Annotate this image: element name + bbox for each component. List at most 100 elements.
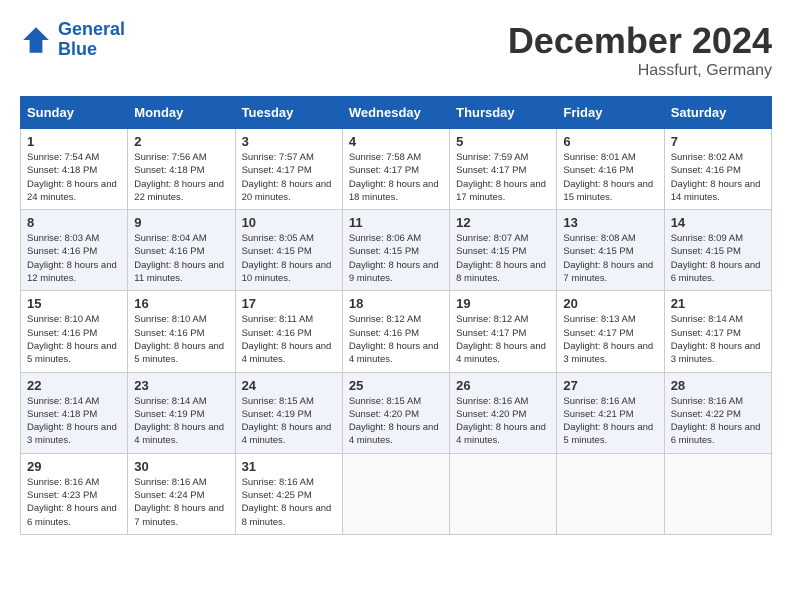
- calendar-day-cell: 27 Sunrise: 8:16 AM Sunset: 4:21 PM Dayl…: [557, 372, 664, 453]
- day-info: Sunrise: 8:14 AM Sunset: 4:19 PM Dayligh…: [134, 395, 228, 448]
- calendar-day-cell: 24 Sunrise: 8:15 AM Sunset: 4:19 PM Dayl…: [235, 372, 342, 453]
- day-info: Sunrise: 8:15 AM Sunset: 4:19 PM Dayligh…: [242, 395, 336, 448]
- day-number: 21: [671, 296, 765, 311]
- day-of-week-header: Tuesday: [235, 97, 342, 129]
- day-info: Sunrise: 8:16 AM Sunset: 4:25 PM Dayligh…: [242, 476, 336, 529]
- calendar-day-cell: 1 Sunrise: 7:54 AM Sunset: 4:18 PM Dayli…: [21, 129, 128, 210]
- calendar-day-cell: 20 Sunrise: 8:13 AM Sunset: 4:17 PM Dayl…: [557, 291, 664, 372]
- logo: General Blue: [20, 20, 125, 60]
- day-number: 25: [349, 378, 443, 393]
- day-number: 31: [242, 459, 336, 474]
- calendar-day-cell: 14 Sunrise: 8:09 AM Sunset: 4:15 PM Dayl…: [664, 210, 771, 291]
- day-number: 20: [563, 296, 657, 311]
- day-info: Sunrise: 8:02 AM Sunset: 4:16 PM Dayligh…: [671, 151, 765, 204]
- calendar-day-cell: [664, 453, 771, 534]
- calendar-day-cell: [557, 453, 664, 534]
- day-info: Sunrise: 8:14 AM Sunset: 4:17 PM Dayligh…: [671, 313, 765, 366]
- day-info: Sunrise: 7:58 AM Sunset: 4:17 PM Dayligh…: [349, 151, 443, 204]
- calendar-day-cell: 11 Sunrise: 8:06 AM Sunset: 4:15 PM Dayl…: [342, 210, 449, 291]
- month-title: December 2024: [508, 20, 772, 62]
- day-number: 7: [671, 134, 765, 149]
- page-header: General Blue December 2024 Hassfurt, Ger…: [20, 20, 772, 80]
- day-info: Sunrise: 8:11 AM Sunset: 4:16 PM Dayligh…: [242, 313, 336, 366]
- calendar-week-row: 8 Sunrise: 8:03 AM Sunset: 4:16 PM Dayli…: [21, 210, 772, 291]
- day-number: 24: [242, 378, 336, 393]
- calendar-day-cell: 9 Sunrise: 8:04 AM Sunset: 4:16 PM Dayli…: [128, 210, 235, 291]
- calendar-day-cell: 28 Sunrise: 8:16 AM Sunset: 4:22 PM Dayl…: [664, 372, 771, 453]
- day-info: Sunrise: 8:09 AM Sunset: 4:15 PM Dayligh…: [671, 232, 765, 285]
- calendar-day-cell: 31 Sunrise: 8:16 AM Sunset: 4:25 PM Dayl…: [235, 453, 342, 534]
- day-info: Sunrise: 7:54 AM Sunset: 4:18 PM Dayligh…: [27, 151, 121, 204]
- day-info: Sunrise: 8:12 AM Sunset: 4:16 PM Dayligh…: [349, 313, 443, 366]
- day-number: 18: [349, 296, 443, 311]
- calendar-day-cell: 3 Sunrise: 7:57 AM Sunset: 4:17 PM Dayli…: [235, 129, 342, 210]
- day-of-week-header: Thursday: [450, 97, 557, 129]
- day-number: 13: [563, 215, 657, 230]
- calendar-day-cell: 2 Sunrise: 7:56 AM Sunset: 4:18 PM Dayli…: [128, 129, 235, 210]
- calendar-day-cell: 4 Sunrise: 7:58 AM Sunset: 4:17 PM Dayli…: [342, 129, 449, 210]
- day-info: Sunrise: 8:16 AM Sunset: 4:24 PM Dayligh…: [134, 476, 228, 529]
- calendar-day-cell: 19 Sunrise: 8:12 AM Sunset: 4:17 PM Dayl…: [450, 291, 557, 372]
- day-info: Sunrise: 8:04 AM Sunset: 4:16 PM Dayligh…: [134, 232, 228, 285]
- day-number: 8: [27, 215, 121, 230]
- location-title: Hassfurt, Germany: [508, 62, 772, 80]
- calendar-day-cell: 23 Sunrise: 8:14 AM Sunset: 4:19 PM Dayl…: [128, 372, 235, 453]
- logo-text: General Blue: [58, 20, 125, 60]
- calendar-day-cell: 10 Sunrise: 8:05 AM Sunset: 4:15 PM Dayl…: [235, 210, 342, 291]
- calendar-day-cell: 12 Sunrise: 8:07 AM Sunset: 4:15 PM Dayl…: [450, 210, 557, 291]
- day-info: Sunrise: 8:06 AM Sunset: 4:15 PM Dayligh…: [349, 232, 443, 285]
- day-info: Sunrise: 8:08 AM Sunset: 4:15 PM Dayligh…: [563, 232, 657, 285]
- day-number: 9: [134, 215, 228, 230]
- calendar-day-cell: [342, 453, 449, 534]
- day-number: 27: [563, 378, 657, 393]
- calendar-day-cell: 26 Sunrise: 8:16 AM Sunset: 4:20 PM Dayl…: [450, 372, 557, 453]
- day-number: 28: [671, 378, 765, 393]
- calendar-day-cell: 29 Sunrise: 8:16 AM Sunset: 4:23 PM Dayl…: [21, 453, 128, 534]
- day-info: Sunrise: 8:15 AM Sunset: 4:20 PM Dayligh…: [349, 395, 443, 448]
- day-number: 16: [134, 296, 228, 311]
- day-info: Sunrise: 8:01 AM Sunset: 4:16 PM Dayligh…: [563, 151, 657, 204]
- day-of-week-header: Saturday: [664, 97, 771, 129]
- calendar-day-cell: 15 Sunrise: 8:10 AM Sunset: 4:16 PM Dayl…: [21, 291, 128, 372]
- day-number: 14: [671, 215, 765, 230]
- calendar-day-cell: 8 Sunrise: 8:03 AM Sunset: 4:16 PM Dayli…: [21, 210, 128, 291]
- day-number: 5: [456, 134, 550, 149]
- day-info: Sunrise: 7:59 AM Sunset: 4:17 PM Dayligh…: [456, 151, 550, 204]
- calendar-day-cell: 18 Sunrise: 8:12 AM Sunset: 4:16 PM Dayl…: [342, 291, 449, 372]
- day-info: Sunrise: 8:16 AM Sunset: 4:21 PM Dayligh…: [563, 395, 657, 448]
- calendar-day-cell: 25 Sunrise: 8:15 AM Sunset: 4:20 PM Dayl…: [342, 372, 449, 453]
- day-number: 15: [27, 296, 121, 311]
- day-info: Sunrise: 7:57 AM Sunset: 4:17 PM Dayligh…: [242, 151, 336, 204]
- calendar-week-row: 1 Sunrise: 7:54 AM Sunset: 4:18 PM Dayli…: [21, 129, 772, 210]
- calendar-header-row: SundayMondayTuesdayWednesdayThursdayFrid…: [21, 97, 772, 129]
- day-number: 30: [134, 459, 228, 474]
- calendar-day-cell: [450, 453, 557, 534]
- title-block: December 2024 Hassfurt, Germany: [508, 20, 772, 80]
- day-info: Sunrise: 8:16 AM Sunset: 4:23 PM Dayligh…: [27, 476, 121, 529]
- day-number: 6: [563, 134, 657, 149]
- day-number: 11: [349, 215, 443, 230]
- day-number: 3: [242, 134, 336, 149]
- logo-icon: [20, 24, 52, 56]
- day-of-week-header: Sunday: [21, 97, 128, 129]
- day-number: 12: [456, 215, 550, 230]
- calendar-day-cell: 22 Sunrise: 8:14 AM Sunset: 4:18 PM Dayl…: [21, 372, 128, 453]
- day-info: Sunrise: 8:16 AM Sunset: 4:22 PM Dayligh…: [671, 395, 765, 448]
- day-info: Sunrise: 8:14 AM Sunset: 4:18 PM Dayligh…: [27, 395, 121, 448]
- day-info: Sunrise: 7:56 AM Sunset: 4:18 PM Dayligh…: [134, 151, 228, 204]
- day-number: 22: [27, 378, 121, 393]
- day-info: Sunrise: 8:10 AM Sunset: 4:16 PM Dayligh…: [27, 313, 121, 366]
- day-number: 19: [456, 296, 550, 311]
- day-number: 17: [242, 296, 336, 311]
- day-info: Sunrise: 8:10 AM Sunset: 4:16 PM Dayligh…: [134, 313, 228, 366]
- calendar-day-cell: 16 Sunrise: 8:10 AM Sunset: 4:16 PM Dayl…: [128, 291, 235, 372]
- day-number: 26: [456, 378, 550, 393]
- calendar-day-cell: 5 Sunrise: 7:59 AM Sunset: 4:17 PM Dayli…: [450, 129, 557, 210]
- calendar-week-row: 22 Sunrise: 8:14 AM Sunset: 4:18 PM Dayl…: [21, 372, 772, 453]
- day-number: 29: [27, 459, 121, 474]
- calendar-table: SundayMondayTuesdayWednesdayThursdayFrid…: [20, 96, 772, 535]
- calendar-week-row: 29 Sunrise: 8:16 AM Sunset: 4:23 PM Dayl…: [21, 453, 772, 534]
- calendar-week-row: 15 Sunrise: 8:10 AM Sunset: 4:16 PM Dayl…: [21, 291, 772, 372]
- calendar-day-cell: 6 Sunrise: 8:01 AM Sunset: 4:16 PM Dayli…: [557, 129, 664, 210]
- day-of-week-header: Monday: [128, 97, 235, 129]
